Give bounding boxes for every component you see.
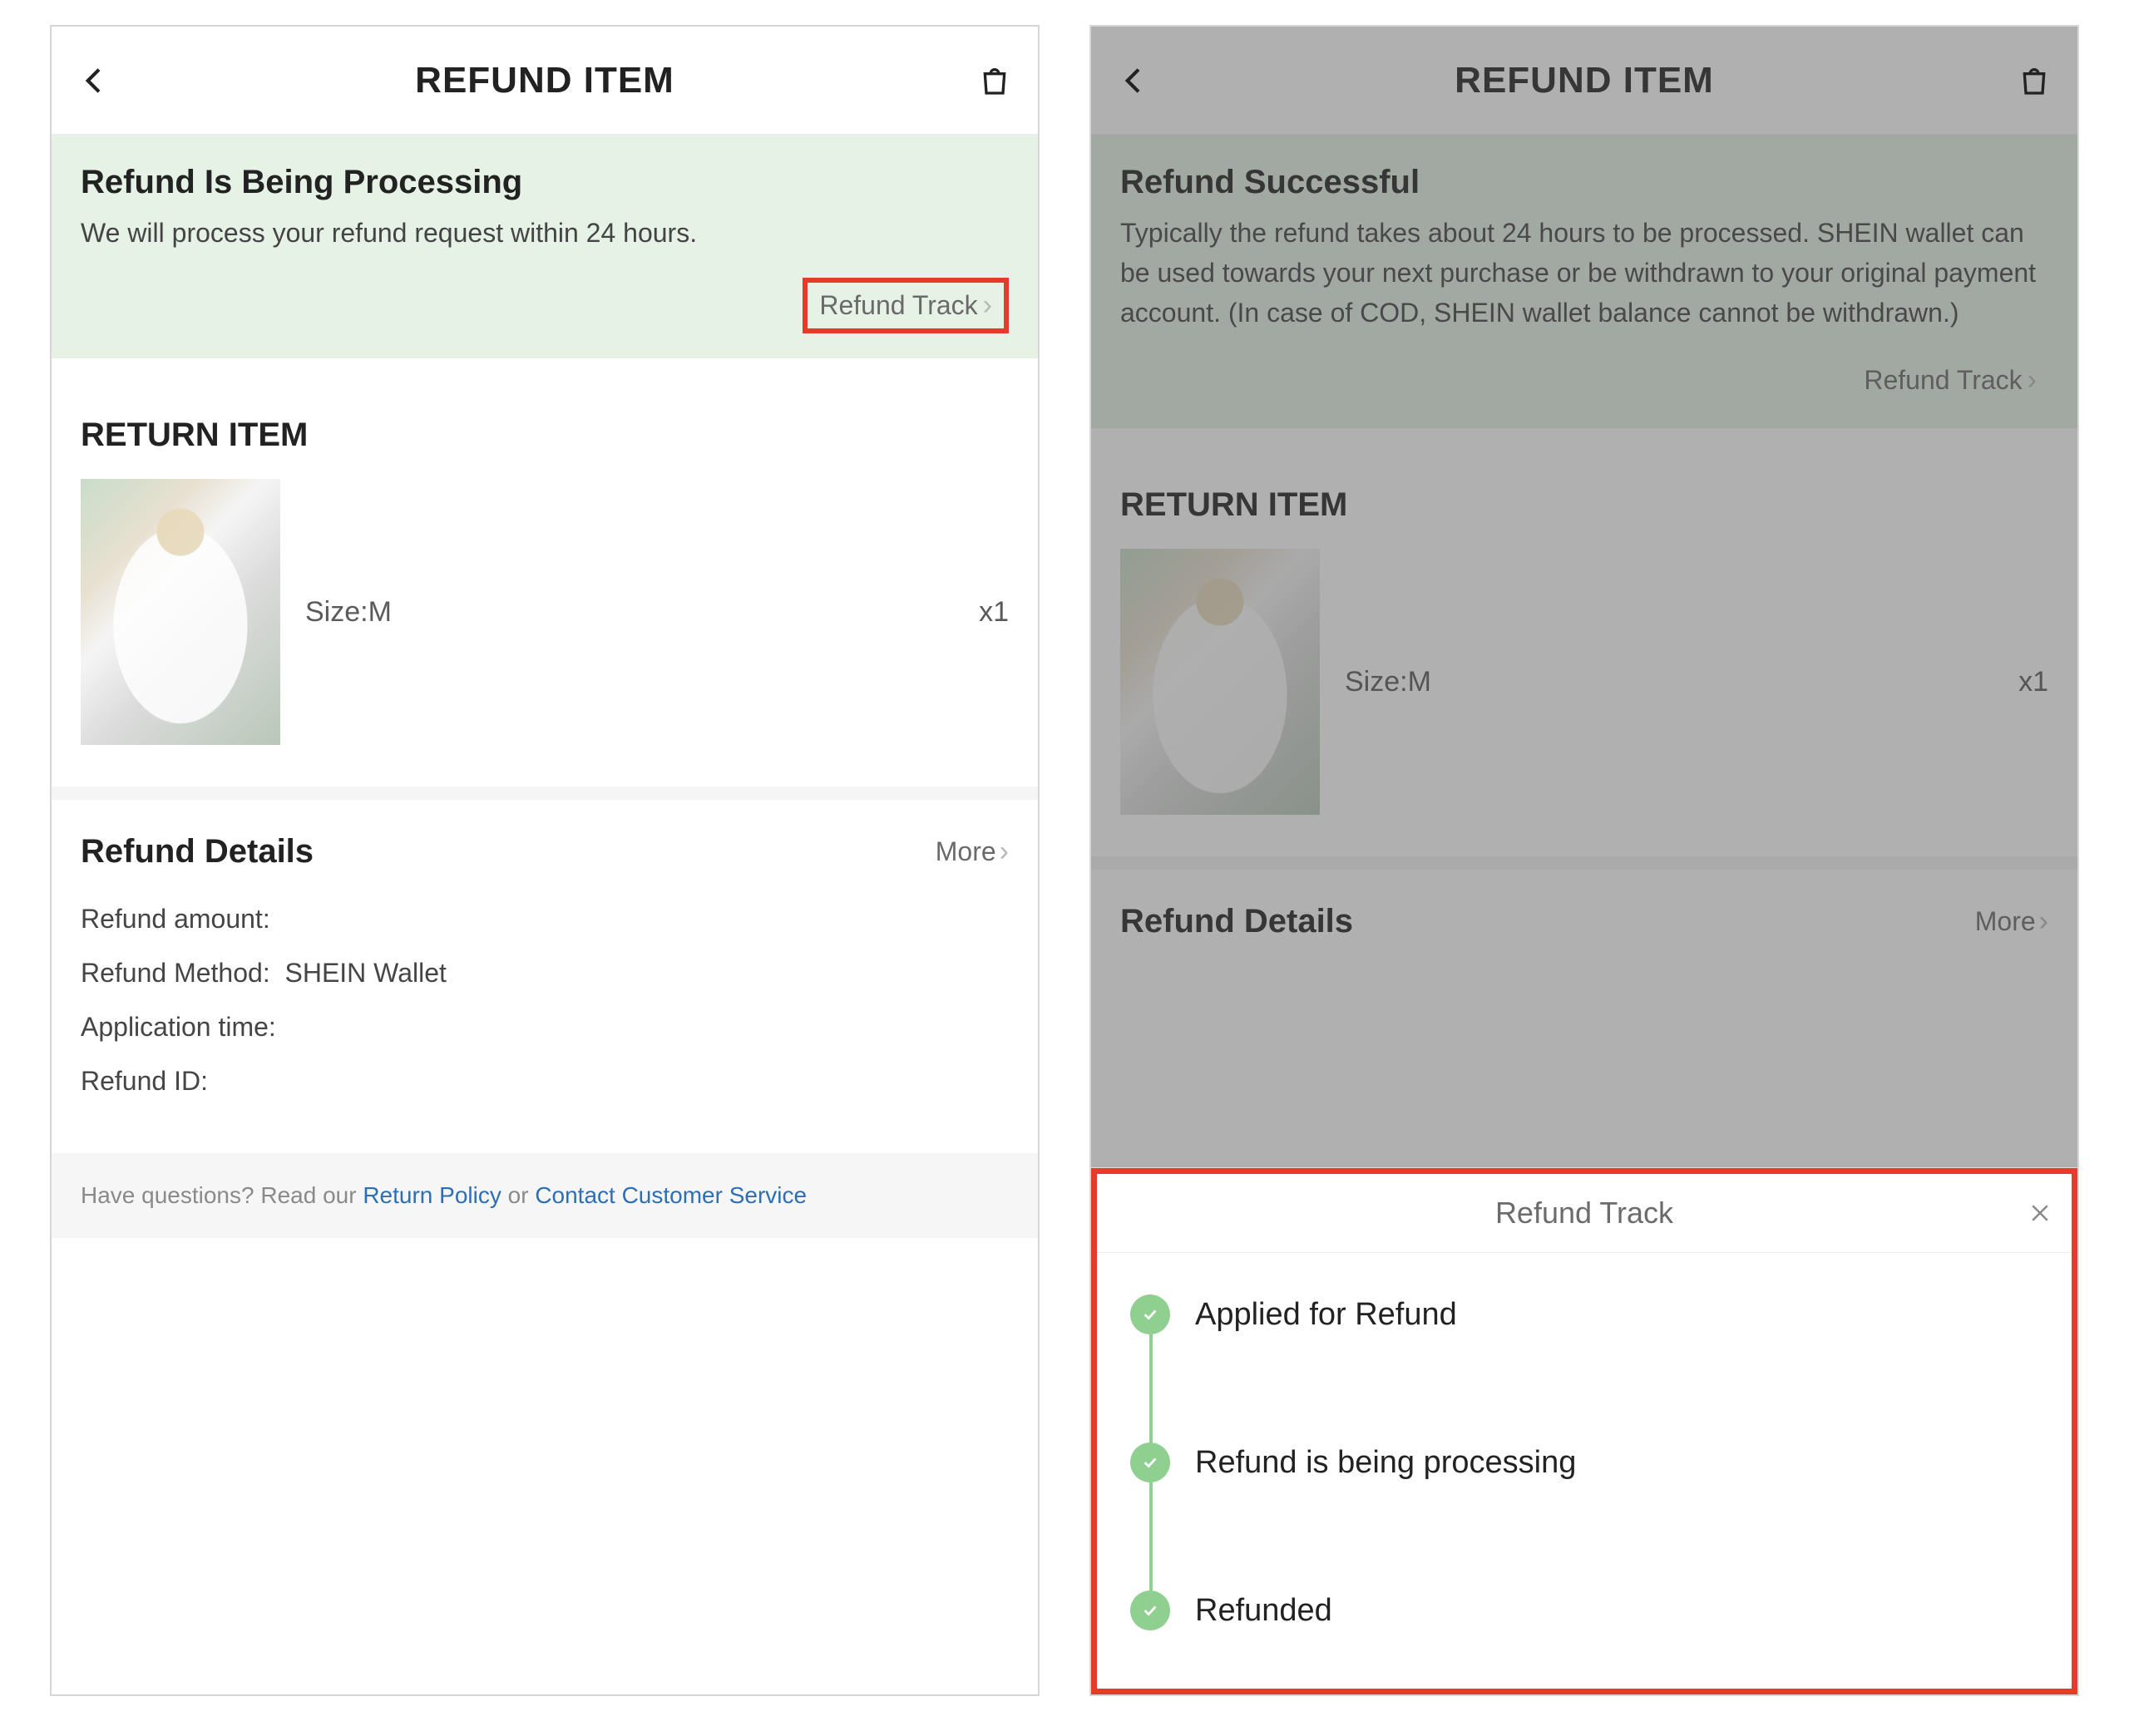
- return-item-row: Size:M x1: [52, 479, 1038, 787]
- product-qty: x1: [979, 596, 1009, 629]
- sheet-header: Refund Track: [1097, 1174, 2072, 1253]
- refund-track-label: Refund Track: [1864, 365, 2022, 396]
- status-banner: Refund Is Being Processing We will proce…: [52, 135, 1038, 358]
- track-steps: Applied for Refund Refund is being proce…: [1097, 1253, 2072, 1689]
- phone-right: REFUND ITEM Refund Successful Typically …: [1089, 25, 2079, 1696]
- product-size: Size:M: [1345, 666, 1993, 698]
- track-step: Refunded: [1130, 1591, 2038, 1639]
- refund-track-link[interactable]: Refund Track ›: [803, 278, 1009, 333]
- check-icon: [1130, 1591, 1170, 1630]
- contact-service-link[interactable]: Contact Customer Service: [535, 1182, 807, 1208]
- header: REFUND ITEM: [52, 27, 1038, 135]
- page-title: REFUND ITEM: [1091, 60, 2077, 101]
- sheet-title: Refund Track: [1495, 1196, 1673, 1230]
- chevron-right-icon: ›: [983, 289, 992, 322]
- shopping-bag-icon[interactable]: [976, 62, 1013, 99]
- back-icon[interactable]: [1116, 62, 1153, 99]
- refund-track-link[interactable]: Refund Track ›: [1852, 358, 2048, 403]
- return-item-heading: RETURN ITEM: [52, 358, 1038, 479]
- check-icon: [1130, 1295, 1170, 1334]
- refund-details-title: Refund Details: [1120, 903, 1353, 940]
- return-item-row: Size:M x1: [1091, 549, 2077, 856]
- detail-line: Refund amount:: [81, 904, 1009, 935]
- footer-note: Have questions? Read our Return Policy o…: [52, 1153, 1038, 1238]
- track-step: Refund is being processing: [1130, 1443, 2038, 1591]
- track-step: Applied for Refund: [1130, 1295, 2038, 1443]
- detail-line: Application time:: [81, 1012, 1009, 1043]
- more-label: More: [1975, 906, 2036, 937]
- chevron-right-icon: ›: [2039, 905, 2048, 938]
- banner-body: We will process your refund request with…: [81, 213, 1009, 253]
- track-step-label: Refunded: [1195, 1593, 1332, 1629]
- track-step-label: Applied for Refund: [1195, 1297, 1457, 1333]
- banner-heading: Refund Is Being Processing: [81, 164, 1009, 201]
- banner-heading: Refund Successful: [1120, 164, 2048, 201]
- more-label: More: [936, 836, 996, 867]
- product-thumbnail[interactable]: [81, 479, 280, 745]
- close-icon[interactable]: [2025, 1198, 2055, 1228]
- refund-details-title: Refund Details: [81, 833, 314, 870]
- detail-line: Refund ID:: [81, 1066, 1009, 1097]
- phone-left: REFUND ITEM Refund Is Being Processing W…: [50, 25, 1040, 1696]
- refund-details-section: Refund Details More › Refund amount: Ref…: [52, 787, 1038, 1153]
- product-size: Size:M: [305, 596, 954, 629]
- more-link[interactable]: More ›: [1975, 905, 2048, 938]
- more-link[interactable]: More ›: [936, 836, 1009, 868]
- refund-track-label: Refund Track: [819, 290, 977, 321]
- track-step-label: Refund is being processing: [1195, 1445, 1576, 1481]
- back-icon[interactable]: [77, 62, 113, 99]
- header: REFUND ITEM: [1091, 27, 2077, 135]
- refund-details-section: Refund Details More ›: [1091, 856, 2077, 949]
- shopping-bag-icon[interactable]: [2016, 62, 2052, 99]
- return-policy-link[interactable]: Return Policy: [363, 1182, 501, 1208]
- check-icon: [1130, 1443, 1170, 1482]
- product-thumbnail[interactable]: [1120, 549, 1320, 815]
- page-title: REFUND ITEM: [52, 60, 1038, 101]
- chevron-right-icon: ›: [2028, 364, 2037, 397]
- refund-track-sheet: Refund Track Applied for Refund Refund i…: [1091, 1167, 2077, 1694]
- product-qty: x1: [2018, 666, 2048, 698]
- chevron-right-icon: ›: [1000, 836, 1009, 868]
- banner-body: Typically the refund takes about 24 hour…: [1120, 213, 2048, 333]
- status-banner: Refund Successful Typically the refund t…: [1091, 135, 2077, 428]
- detail-line: Refund Method: SHEIN Wallet: [81, 958, 1009, 989]
- return-item-heading: RETURN ITEM: [1091, 428, 2077, 549]
